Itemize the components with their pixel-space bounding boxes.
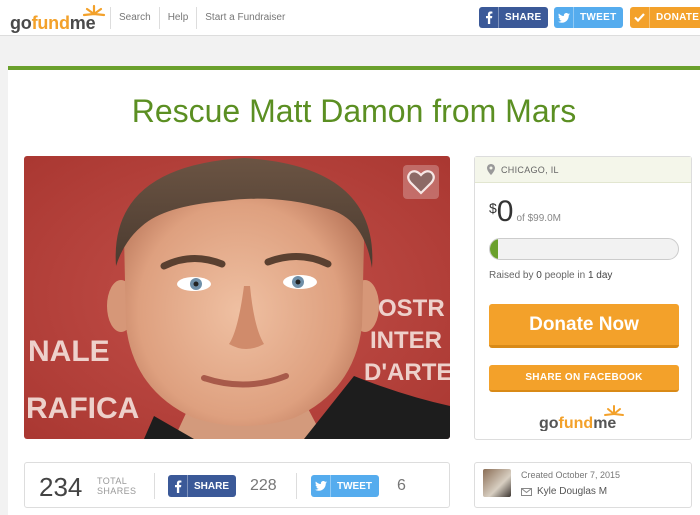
- header-donate-label: DONATE: [656, 12, 700, 23]
- sun-icon: [82, 4, 106, 17]
- campaign-title: Rescue Matt Damon from Mars: [131, 93, 577, 129]
- backdrop-word-5: D'ARTE: [364, 359, 450, 386]
- twitter-share-count: 6: [397, 477, 406, 494]
- backdrop-word-2: RAFICA: [26, 392, 139, 425]
- campaign-photo-image: NALE RAFICA OSTR INTER D'ARTE: [24, 156, 450, 439]
- twitter-share-label: TWEET: [337, 480, 372, 492]
- total-shares-count: 234: [39, 472, 83, 502]
- progress-bar: [489, 238, 679, 260]
- facebook-share-label: SHARE: [194, 480, 230, 492]
- location-text: CHICAGO, IL: [501, 164, 559, 175]
- envelope-icon: [521, 487, 532, 496]
- created-date: Created October 7, 2015: [521, 470, 621, 480]
- location-pin-icon: [487, 164, 495, 175]
- raised-amount: $ 0 of $99.0M: [489, 197, 561, 227]
- checkmark-icon: [630, 7, 650, 28]
- header-share-button[interactable]: SHARE: [479, 7, 548, 28]
- donation-panel: CHICAGO, IL $ 0 of $99.0M Raised by 0 pe…: [474, 156, 692, 440]
- backdrop-word-1: NALE: [28, 335, 110, 368]
- nav-help[interactable]: Help: [158, 7, 197, 29]
- facebook-icon: [479, 7, 499, 28]
- campaign-card: Rescue Matt Damon from Mars NALE RAFICA …: [8, 66, 700, 515]
- share-bar: 234 TOTAL SHARES SHARE 228 TWEET 6: [24, 462, 450, 508]
- divider: [296, 473, 297, 499]
- header-tweet-label: TWEET: [580, 12, 617, 23]
- header-donate-button[interactable]: DONATE: [630, 7, 700, 28]
- facebook-share-button[interactable]: SHARE: [168, 475, 236, 497]
- location-bar: CHICAGO, IL: [475, 157, 691, 183]
- twitter-share-button[interactable]: TWEET: [311, 475, 379, 497]
- twitter-icon: [311, 475, 331, 497]
- total-shares-label: TOTAL SHARES: [97, 476, 137, 496]
- top-header: gofundme Search Help Start a Fundraiser …: [0, 0, 700, 36]
- svg-text:gofundme: gofundme: [539, 415, 616, 431]
- header-tweet-button[interactable]: TWEET: [554, 7, 623, 28]
- gofundme-logo-small: gofundme: [539, 403, 639, 432]
- creator-avatar[interactable]: [483, 469, 511, 497]
- progress-fill: [490, 239, 498, 259]
- heart-icon: [407, 169, 435, 195]
- divider: [154, 473, 155, 499]
- backdrop-word-4: INTER: [370, 327, 442, 354]
- header-share-label: SHARE: [505, 12, 542, 23]
- main-nav: Search Help Start a Fundraiser: [110, 0, 293, 36]
- goal-text: of $99.0M: [516, 213, 561, 224]
- creator-name: Kyle Douglas M: [537, 486, 608, 497]
- creator-contact[interactable]: Kyle Douglas M: [521, 486, 607, 497]
- facebook-share-count: 228: [250, 477, 277, 494]
- currency-symbol: $: [489, 200, 497, 216]
- twitter-icon: [554, 7, 574, 28]
- raised-value: 0: [496, 195, 514, 228]
- share-on-facebook-button[interactable]: SHARE ON FACEBOOK: [489, 365, 679, 392]
- nav-search[interactable]: Search: [110, 7, 159, 29]
- raised-by-text: Raised by 0 people in 1 day: [489, 270, 613, 281]
- favorite-heart-button[interactable]: [403, 165, 439, 199]
- days-count: 1 day: [587, 270, 613, 281]
- campaign-photo[interactable]: NALE RAFICA OSTR INTER D'ARTE: [24, 156, 450, 439]
- nav-start-fundraiser[interactable]: Start a Fundraiser: [196, 7, 293, 29]
- creator-box: Created October 7, 2015 Kyle Douglas M: [474, 462, 692, 508]
- backdrop-word-3: OSTR: [378, 295, 445, 322]
- donate-now-button[interactable]: Donate Now: [489, 304, 679, 348]
- facebook-icon: [168, 475, 188, 497]
